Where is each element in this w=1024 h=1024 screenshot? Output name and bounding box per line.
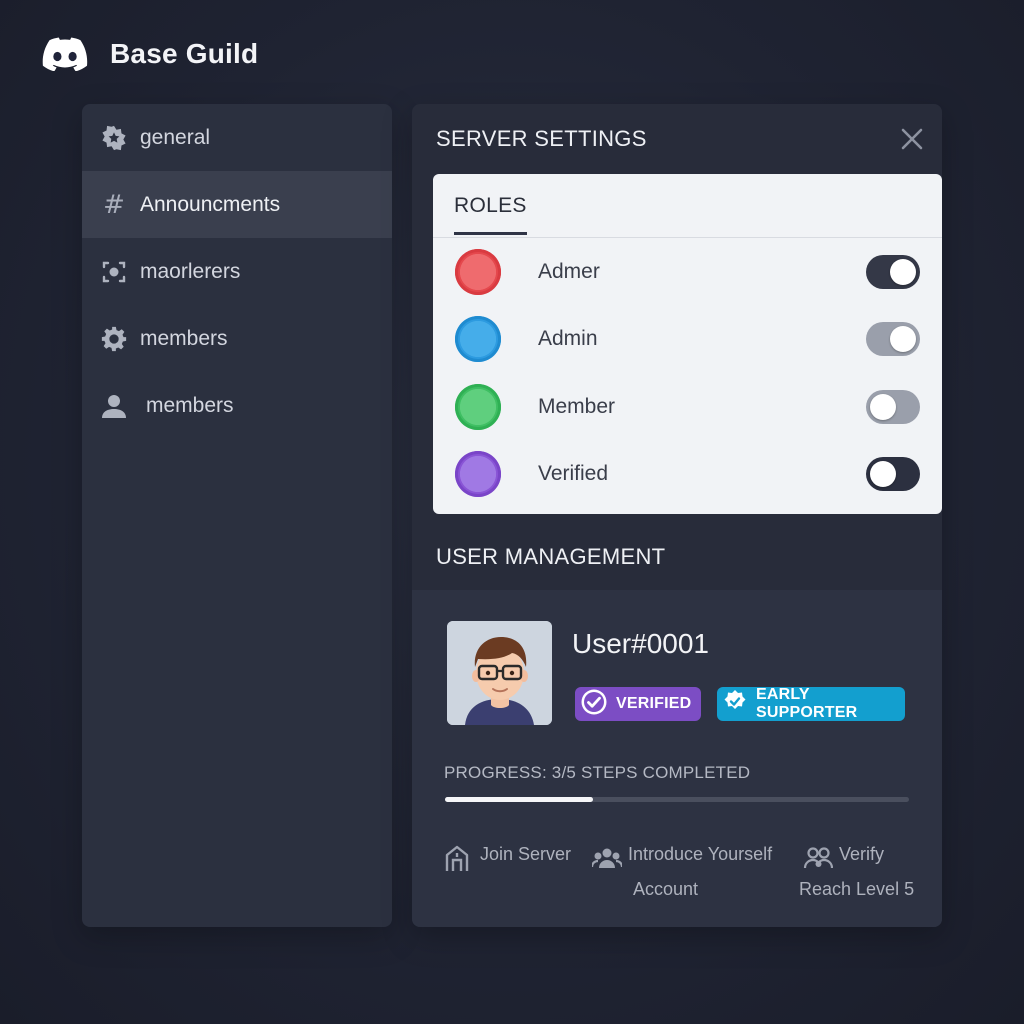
role-row: Verified bbox=[433, 441, 942, 509]
check-icon bbox=[580, 688, 608, 721]
step-introduce-yourself[interactable]: Introduce Yourself bbox=[590, 844, 773, 870]
role-row: Member bbox=[433, 373, 942, 441]
gear-icon bbox=[100, 325, 128, 353]
role-name: Admin bbox=[538, 327, 598, 351]
role-toggle[interactable] bbox=[866, 254, 920, 289]
hash-icon: # bbox=[103, 189, 125, 220]
channel-sidebar: general # Announcments maorlerers member… bbox=[82, 104, 392, 927]
verified-badge: VERIFIED bbox=[575, 687, 701, 721]
step-label: Join Server bbox=[480, 844, 572, 864]
role-name: Member bbox=[538, 394, 616, 418]
sidebar-item-maorlerers[interactable]: maorlerers bbox=[82, 238, 392, 305]
step-verify[interactable]: Verify bbox=[803, 844, 884, 870]
home-icon bbox=[444, 844, 470, 871]
sidebar-item-label: maorlerers bbox=[140, 259, 241, 283]
role-color-dot bbox=[455, 451, 501, 498]
toggle-knob bbox=[870, 393, 896, 420]
progress-label: PROGRESS: 3/5 STEPS COMPLETED bbox=[444, 763, 751, 782]
step-level-label: Reach Level 5 bbox=[799, 879, 915, 899]
guild-title: Base Guild bbox=[110, 38, 259, 69]
app-header: Base Guild bbox=[42, 34, 258, 74]
panel-title: SERVER SETTINGS bbox=[436, 126, 647, 151]
role-toggle[interactable] bbox=[866, 389, 920, 424]
user-management-area: User#0001 VERIFIED EARLY SUPPORTER PROGR… bbox=[412, 590, 942, 927]
close-icon bbox=[901, 128, 923, 150]
step-account-label: Account bbox=[633, 879, 699, 899]
people-verify-icon bbox=[803, 844, 834, 870]
step-label: Verify bbox=[839, 844, 885, 864]
role-row: Admin bbox=[433, 306, 942, 374]
tab-roles[interactable]: ROLES bbox=[454, 194, 527, 235]
group-icon bbox=[590, 844, 624, 870]
toggle-knob bbox=[890, 326, 916, 353]
step-label: Introduce Yourself bbox=[628, 844, 773, 864]
sidebar-item-general[interactable]: general bbox=[82, 104, 392, 171]
user-icon bbox=[100, 392, 128, 420]
sidebar-item-label: members bbox=[146, 393, 234, 417]
role-name: Verified bbox=[538, 462, 609, 486]
role-color-dot bbox=[455, 316, 501, 363]
sidebar-item-label: members bbox=[140, 326, 228, 350]
toggle-knob bbox=[870, 461, 896, 488]
target-icon bbox=[100, 258, 128, 286]
sidebar-item-label: Announcments bbox=[140, 192, 281, 216]
shield-badge-icon bbox=[722, 689, 748, 720]
step-join-server[interactable]: Join Server bbox=[444, 844, 572, 871]
sidebar-item-members-settings[interactable]: members bbox=[82, 305, 392, 372]
sidebar-item-members[interactable]: members bbox=[82, 372, 392, 439]
progress-fill bbox=[445, 797, 594, 802]
star-gear-icon bbox=[100, 124, 128, 152]
roles-card: ROLES Admer Admin Member Verified bbox=[433, 174, 942, 514]
avatar[interactable] bbox=[447, 621, 552, 725]
close-button[interactable] bbox=[894, 121, 930, 157]
panel-header: SERVER SETTINGS bbox=[412, 104, 942, 174]
username: User#0001 bbox=[572, 628, 709, 659]
toggle-knob bbox=[890, 258, 916, 285]
sidebar-item-label: general bbox=[140, 125, 211, 149]
user-management-title: USER MANAGEMENT bbox=[436, 544, 666, 569]
role-color-dot bbox=[455, 248, 501, 295]
sidebar-item-announcements[interactable]: # Announcments bbox=[82, 171, 392, 238]
role-row: Admer bbox=[433, 238, 942, 306]
role-name: Admer bbox=[538, 259, 600, 283]
role-color-dot bbox=[455, 383, 501, 430]
early-supporter-badge: EARLY SUPPORTER bbox=[717, 686, 905, 721]
badge-label: EARLY SUPPORTER bbox=[756, 686, 858, 721]
badge-label: VERIFIED bbox=[616, 695, 692, 712]
server-settings-panel: SERVER SETTINGS ROLES Admer Admin Member… bbox=[412, 104, 942, 927]
role-toggle[interactable] bbox=[866, 457, 920, 492]
roles-tabbar: ROLES bbox=[433, 174, 942, 238]
progress-bar bbox=[445, 797, 909, 802]
role-toggle[interactable] bbox=[866, 322, 920, 357]
discord-logo-icon[interactable] bbox=[42, 37, 88, 71]
